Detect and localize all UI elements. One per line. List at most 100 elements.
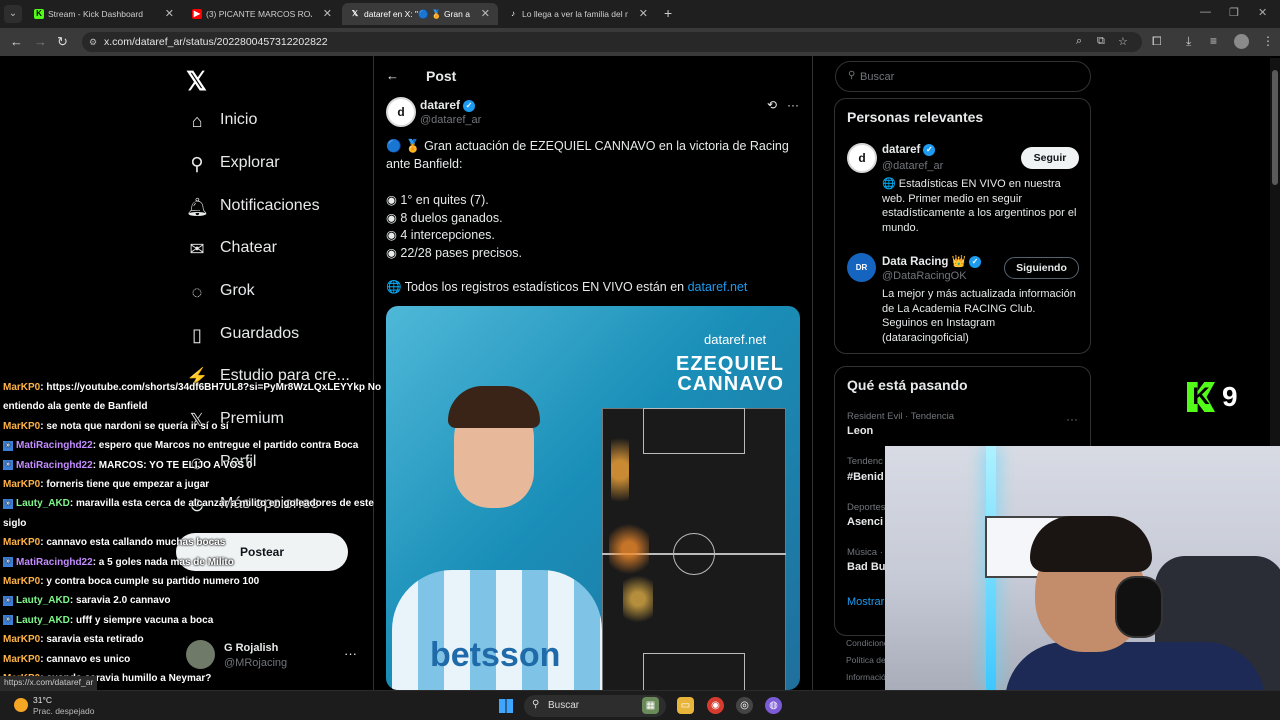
account-more-icon[interactable]: ··· <box>344 646 357 661</box>
chat-username[interactable]: MarKP0 <box>3 634 40 645</box>
person-handle: @DataRacingOK <box>882 270 967 282</box>
trend-more-icon[interactable]: ··· <box>1066 412 1078 426</box>
weather-sun-icon[interactable] <box>14 698 28 712</box>
person-name[interactable]: Data Racing 👑 ✓ <box>882 254 981 268</box>
post-image[interactable]: dataref.net EZEQUIEL CANNAVO betsson <box>386 306 800 690</box>
close-tab-icon[interactable]: ✕ <box>481 7 490 20</box>
search-input[interactable]: ⚲ Buscar <box>835 61 1091 92</box>
footer-link[interactable]: Informació <box>846 672 886 682</box>
trend-name[interactable]: Bad Bu <box>847 561 886 573</box>
forward-icon[interactable]: → <box>34 34 47 49</box>
nav-explore[interactable]: ⚲ Explorar <box>186 151 366 181</box>
scrollbar-thumb[interactable] <box>1272 70 1278 185</box>
weather-temperature[interactable]: 31°C <box>33 695 52 705</box>
windows-taskbar: 31°C Prac. despejado ⚲ Buscar ▦ ▭ ◉ ◎ ◍ <box>0 690 1280 720</box>
dataref-link[interactable]: dataref.net <box>688 280 748 294</box>
stat-line: ◉ 1° en quites (7). <box>386 193 489 207</box>
chat-message: siglo <box>3 517 26 530</box>
browser-menu-icon[interactable]: ⋮ <box>1262 34 1274 48</box>
show-more-link[interactable]: Mostrar <box>847 596 884 608</box>
column-divider-left <box>373 56 374 690</box>
search-icon: ⚲ <box>532 699 540 710</box>
trend-name[interactable]: Asenci <box>847 516 883 528</box>
tab-youtube[interactable]: ▶ (3) PICANTE MARCOS ROJO CO ✕ <box>184 3 340 25</box>
viewer-count: 9 <box>1222 381 1238 412</box>
grok-explain-icon[interactable]: ⟲ <box>767 98 777 112</box>
chat-username[interactable]: MarKP0 <box>3 382 40 393</box>
nav-home[interactable]: ⌂ Inicio <box>186 108 366 138</box>
minimize-icon[interactable]: — <box>1200 6 1211 18</box>
trend-category: Música · <box>847 547 883 558</box>
twitch-studio-icon[interactable]: ◍ <box>765 697 782 714</box>
author-name[interactable]: dataref ✓ <box>420 98 476 112</box>
new-tab-icon[interactable]: + <box>664 5 672 21</box>
chrome-icon[interactable]: ◉ <box>707 697 724 714</box>
image-name-first: EZEQUIEL <box>675 353 784 375</box>
trend-name[interactable]: Leon <box>847 425 873 437</box>
chat-username[interactable]: Lauty_AKD <box>16 498 70 509</box>
follow-button[interactable]: Seguir <box>1021 147 1079 169</box>
nav-chat[interactable]: ✉ Chatear <box>186 236 366 266</box>
tab-search-button[interactable]: ⌄ <box>4 5 22 23</box>
x-logo-icon[interactable]: 𝕏 <box>186 66 207 97</box>
restore-icon[interactable]: ❐ <box>1229 6 1239 19</box>
nav-grok[interactable]: ◌ Grok <box>186 279 366 309</box>
close-tab-icon[interactable]: ✕ <box>639 7 648 20</box>
account-name[interactable]: G Rojalish <box>224 642 278 654</box>
file-explorer-icon[interactable]: ▭ <box>677 697 694 714</box>
author-avatar[interactable]: d <box>386 97 416 127</box>
chat-username[interactable]: Lauty_AKD <box>16 615 70 626</box>
nav-notifications[interactable]: 🔔︎ Notificaciones <box>186 194 366 224</box>
chat-username[interactable]: MarKP0 <box>3 537 40 548</box>
tab-kick-dashboard[interactable]: K Stream - Kick Dashboard ✕ <box>26 3 182 25</box>
url-bar[interactable]: ⚙ x.com/dataref_ar/status/20228004573122… <box>82 32 1142 52</box>
back-icon[interactable]: ← <box>10 34 23 49</box>
tab-x-post[interactable]: 𝕏 dataref en X: "🔵 🏅 Gran actu ✕ <box>342 3 498 25</box>
person-name-text: Data Racing 👑 <box>882 256 966 268</box>
tab-tiktok[interactable]: ♪ Lo llega a ver la familia del nen ✕ <box>500 3 656 25</box>
person-avatar[interactable]: d <box>847 143 877 173</box>
relevant-people-title: Personas relevantes <box>847 109 984 125</box>
player-hair <box>448 386 540 428</box>
nav-bookmarks[interactable]: ▯ Guardados <box>186 322 366 352</box>
chat-username[interactable]: MatiRacinghd22 <box>16 557 93 568</box>
author-handle[interactable]: @dataref_ar <box>420 114 481 126</box>
chat-username[interactable]: MatiRacinghd22 <box>16 440 93 451</box>
install-app-icon[interactable]: ⧉ <box>1097 35 1105 48</box>
downloads-icon[interactable]: ⤓ <box>1186 34 1191 49</box>
back-arrow-icon[interactable]: ← <box>386 68 399 83</box>
weather-description[interactable]: Prac. despejado <box>33 706 94 716</box>
chat-message: entiendo ala gente de Banfield <box>3 400 147 413</box>
chat-username[interactable]: Lauty_AKD <box>16 595 70 606</box>
media-control-icon[interactable]: ≡ <box>1210 34 1217 48</box>
account-handle: @MRojacing <box>224 657 288 669</box>
profile-avatar[interactable] <box>1234 34 1249 49</box>
chat-username[interactable]: MatiRacinghd22 <box>16 460 93 471</box>
data-racing-avatar[interactable]: DR <box>847 253 876 282</box>
taskbar-app-game-icon[interactable]: ▦ <box>642 697 659 714</box>
zoom-icon[interactable]: ⌕ <box>1076 35 1082 48</box>
extensions-icon[interactable]: ⧠ <box>1152 34 1162 49</box>
close-window-icon[interactable]: ✕ <box>1258 6 1267 19</box>
obs-icon[interactable]: ◎ <box>736 697 753 714</box>
chat-username[interactable]: MarKP0 <box>3 576 40 587</box>
account-avatar[interactable] <box>186 640 215 669</box>
close-tab-icon[interactable]: ✕ <box>323 7 332 20</box>
site-info-icon[interactable]: ⚙ <box>89 37 97 48</box>
reload-icon[interactable]: ↻ <box>57 34 68 50</box>
bookmark-star-icon[interactable]: ☆ <box>1118 35 1128 48</box>
chat-username[interactable]: MarKP0 <box>3 421 40 432</box>
footer-link[interactable]: Política de <box>846 655 886 665</box>
image-player-name: EZEQUIEL CANNAVO <box>634 354 784 394</box>
windows-start-icon[interactable] <box>499 699 513 713</box>
person-name[interactable]: dataref ✓ <box>882 144 936 156</box>
following-button[interactable]: Siguiendo <box>1004 257 1079 279</box>
post-more-icon[interactable]: ··· <box>787 98 799 112</box>
close-tab-icon[interactable]: ✕ <box>165 7 174 20</box>
footer-link[interactable]: Condicione <box>846 638 889 648</box>
chat-username[interactable]: MarKP0 <box>3 654 40 665</box>
trend-name[interactable]: #Benid <box>847 471 884 483</box>
heat-zone <box>623 569 653 629</box>
chat-username[interactable]: MarKP0 <box>3 479 40 490</box>
chat-message: MarKP0: https://youtube.com/shorts/34df6… <box>3 381 381 394</box>
